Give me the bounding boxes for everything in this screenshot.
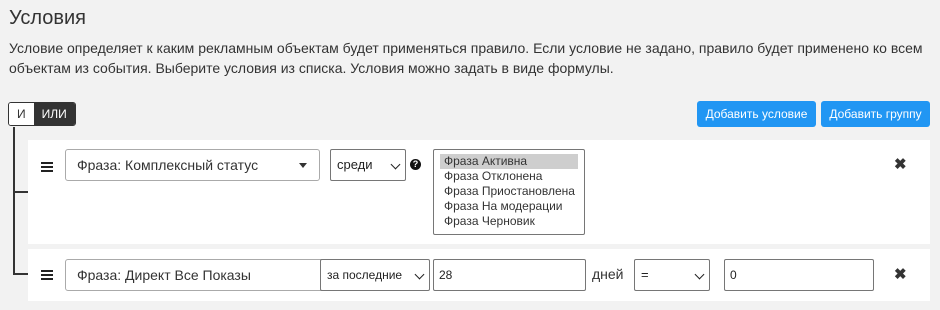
page-title: Условия [9,7,87,29]
add-condition-button[interactable]: Добавить условие [697,101,816,127]
page-description: Условие определяет к каким рекламным объ… [9,40,923,76]
listbox-option[interactable]: Фраза Приостановлена [440,184,578,199]
condition-field-value: Фраза: Директ Все Показы [77,267,251,283]
period-value-input[interactable]: 28 [433,259,586,291]
period-select[interactable]: за последние [320,259,430,291]
add-group-button[interactable]: Добавить группу [821,101,930,127]
condition-row: Фраза: Директ Все Показы за последние 28… [28,249,930,301]
period-value-text: 28 [439,268,453,282]
listbox-option[interactable]: Фраза На модерации [440,199,578,214]
logic-and-option[interactable]: И [9,103,34,125]
condition-row: Фраза: Комплексный статус среди ? Фраза … [28,140,930,244]
comparison-select[interactable]: = [634,259,710,291]
status-listbox[interactable]: Фраза Активна Фраза Отклонена Фраза Прио… [433,149,585,235]
chevron-down-icon [414,269,425,280]
listbox-option[interactable]: Фраза Черновик [440,214,578,229]
condition-field-value: Фраза: Комплексный статус [77,157,259,173]
operator-select[interactable]: среди [330,149,406,181]
value-input[interactable]: 0 [724,259,874,291]
tree-branch-line [13,273,28,275]
comparison-value: = [641,267,649,282]
period-value: за последние [327,268,403,282]
close-icon[interactable]: ✖ [894,267,907,282]
chevron-down-icon [694,269,705,280]
listbox-option[interactable]: Фраза Активна [440,154,578,169]
period-unit-label: дней [592,266,624,282]
question-circle-icon[interactable]: ? [410,159,421,170]
listbox-option[interactable]: Фраза Отклонена [440,169,578,184]
drag-handle-icon[interactable] [41,270,53,282]
drag-handle-icon[interactable] [41,162,53,174]
close-icon[interactable]: ✖ [894,157,907,172]
condition-field-select[interactable]: Фраза: Комплексный статус [65,149,320,181]
value-text: 0 [730,268,737,282]
condition-field-select[interactable]: Фраза: Директ Все Показы [65,259,341,291]
tree-connector-line [13,127,15,275]
operator-value: среди [337,157,373,172]
tree-branch-line [13,191,28,193]
logic-or-option[interactable]: ИЛИ [33,103,75,125]
logic-toggle: И ИЛИ [8,102,76,126]
chevron-down-icon [390,159,401,170]
